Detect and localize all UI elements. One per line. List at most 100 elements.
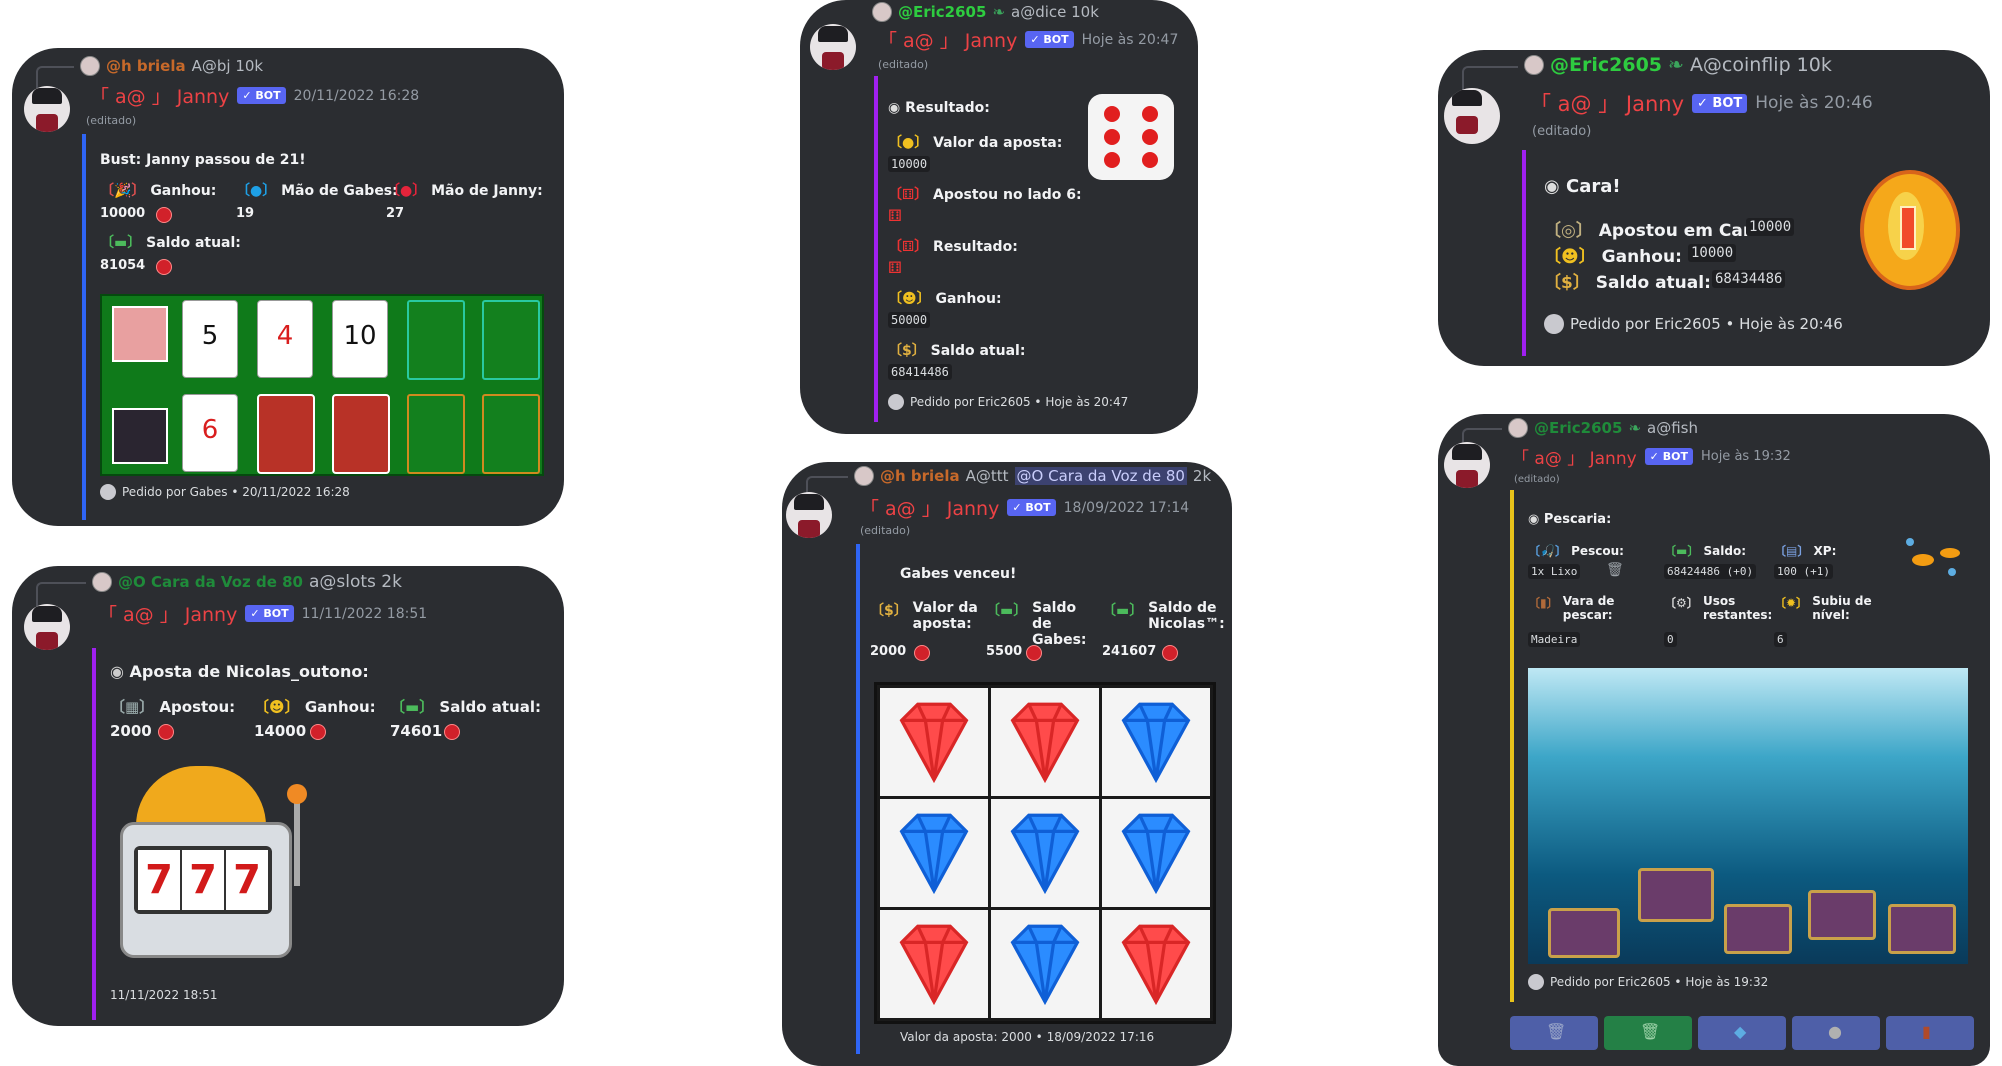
bot-avatar[interactable]: [1444, 88, 1500, 144]
bet-label: Valor da aposta:: [933, 135, 1063, 151]
trash-icon: 🗑: [1546, 1022, 1567, 1041]
reply-user[interactable]: @h briela: [106, 57, 186, 75]
reply-avatar: [1508, 418, 1528, 438]
reply-user[interactable]: @Eric2605: [898, 3, 986, 21]
balance-label: Saldo atual:: [930, 343, 1026, 359]
dice-icon: ⚅: [888, 206, 902, 225]
won-label: Ganhou:: [935, 291, 1002, 307]
caught-value: 1x Lixo: [1528, 564, 1581, 579]
sell-trash-button[interactable]: 🗑: [1604, 1016, 1692, 1050]
reply-user[interactable]: @Eric2605: [1534, 419, 1622, 437]
reply-line[interactable]: @O Cara da Voz de 80 a@slots 2k: [36, 572, 402, 606]
coinflip-title: Cara!: [1566, 176, 1621, 197]
reply-extra: 2k: [1192, 467, 1212, 485]
bot-avatar[interactable]: [786, 492, 832, 538]
reply-line[interactable]: @Eric2605 ❧ a@fish: [1462, 418, 1698, 452]
bot-badge: ✓ BOT: [1007, 499, 1056, 516]
embed: Gabes venceu! 〔$〕 Valor da aposta: 2000 …: [856, 544, 1226, 1054]
leaf-icon: ❧: [1628, 419, 1642, 437]
hand-janny-label: Mão de Janny:: [431, 183, 543, 199]
money-icon: 〔▬〕: [100, 235, 142, 251]
rod-icon: 〔▮〕: [1528, 596, 1559, 610]
bot-name[interactable]: 「 a@ 」 Janny: [860, 494, 999, 521]
rock-button[interactable]: ●: [1792, 1016, 1880, 1050]
bot-badge: ✓ BOT: [1644, 448, 1693, 465]
chip-icon: [1026, 645, 1042, 661]
message-timestamp: Hoje às 20:46: [1755, 93, 1873, 113]
coinflip-card: @Eric2605 ❧ A@coinflip 10k 「 a@ 」 Janny …: [1438, 50, 1990, 366]
result-label: Resultado:: [933, 239, 1018, 255]
footer-avatar: [1528, 974, 1544, 990]
reply-command: A@ttt: [965, 467, 1009, 485]
bot-name[interactable]: 「 a@ 」 Janny: [1530, 88, 1684, 118]
bot-avatar[interactable]: [1444, 442, 1490, 488]
hand-gabes-label: Mão de Gabes:: [281, 183, 398, 199]
trash-icon: 🗑: [1640, 1022, 1661, 1041]
grid-cell: [880, 910, 988, 1018]
bot-name[interactable]: 「 a@ 」 Janny: [1512, 444, 1637, 469]
reply-line[interactable]: @h briela A@ttt @O Cara da Voz de 80 2k: [806, 466, 1212, 500]
red-diamond-icon: [899, 924, 969, 1006]
fish-button[interactable]: ◆: [1698, 1016, 1786, 1050]
footer-avatar: [1544, 314, 1564, 334]
bot-badge: ✓ BOT: [245, 605, 294, 622]
money-icon: 〔▬〕: [390, 698, 435, 716]
card-back: [257, 394, 315, 474]
reply-user[interactable]: @Eric2605: [1550, 54, 1662, 76]
dice-icon: ⚅: [888, 258, 902, 277]
playing-card: 5: [182, 300, 238, 378]
reply-avatar: [92, 572, 112, 592]
edited-label: (editado): [1514, 474, 1560, 485]
trash-button[interactable]: 🗑: [1510, 1016, 1598, 1050]
rock-icon: ●: [1828, 1022, 1842, 1041]
reply-user[interactable]: @O Cara da Voz de 80: [118, 573, 303, 591]
chip-icon: [158, 724, 174, 740]
reply-avatar: [80, 56, 100, 76]
chip-icon: [156, 207, 172, 223]
bot-name[interactable]: 「 a@ 」 Janny: [98, 600, 237, 627]
gear-icon: 〔⚙〕: [1664, 596, 1699, 610]
fish-title: Pescaria:: [1543, 512, 1612, 527]
money-icon: 〔▬〕: [986, 603, 1028, 619]
footer-text: Valor da aposta: 2000 • 18/09/2022 17:16: [900, 1030, 1155, 1044]
bot-avatar[interactable]: [24, 604, 70, 650]
bucket-icon: ▮: [1922, 1022, 1931, 1041]
bet-value: 10000: [888, 156, 931, 172]
chip-icon: [444, 724, 460, 740]
winner-text: Gabes venceu!: [900, 566, 1017, 582]
balance-value: 68424486 (+0): [1664, 564, 1757, 579]
bot-avatar[interactable]: [24, 86, 70, 132]
balance-value: 81054: [100, 258, 146, 273]
reply-command: a@fish: [1647, 419, 1698, 437]
message-timestamp: 11/11/2022 18:51: [301, 605, 428, 622]
tictactoe-grid: [874, 682, 1216, 1024]
coin-icon: 〔●〕: [888, 135, 929, 151]
reply-line[interactable]: @Eric2605 ❧ a@dice 10k: [872, 2, 1099, 22]
message-timestamp: 20/11/2022 16:28: [293, 87, 420, 104]
bot-name[interactable]: 「 a@ 」 Janny: [90, 82, 229, 109]
empty-card-slot: [407, 394, 465, 474]
reply-command: A@bj 10k: [191, 57, 264, 75]
fish-icon: ◆: [1734, 1022, 1747, 1041]
grid-cell: [991, 799, 1099, 907]
result-title: Resultado:: [905, 100, 990, 116]
playing-card: 10: [332, 300, 388, 378]
side-label: Apostou no lado 6:: [933, 187, 1082, 203]
reel: 7: [182, 850, 224, 910]
blackjack-card: @h briela A@bj 10k 「 a@ 」 Janny ✓ BOT 20…: [12, 48, 564, 526]
mention[interactable]: @O Cara da Voz de 80: [1014, 467, 1187, 485]
gabes-value: 5500: [986, 644, 1023, 659]
reply-user[interactable]: @h briela: [880, 467, 960, 485]
reply-line[interactable]: @h briela A@bj 10k: [36, 56, 264, 88]
bet-label: Apostou em Cara:: [1598, 221, 1770, 241]
bot-avatar[interactable]: [810, 24, 856, 70]
balance-value: 68434486: [1712, 270, 1786, 288]
money-bag-icon: 〔$〕: [888, 343, 926, 359]
bot-name[interactable]: 「 a@ 」 Janny: [878, 26, 1017, 53]
won-label: Ganhou:: [150, 183, 217, 199]
blue-diamond-icon: [1121, 702, 1191, 784]
dice-card: @Eric2605 ❧ a@dice 10k 「 a@ 」 Janny ✓ BO…: [800, 0, 1198, 434]
bucket-button[interactable]: ▮: [1886, 1016, 1974, 1050]
embed-footer: 11/11/2022 18:51: [110, 988, 218, 1002]
reply-line[interactable]: @Eric2605 ❧ A@coinflip 10k: [1462, 54, 1832, 90]
